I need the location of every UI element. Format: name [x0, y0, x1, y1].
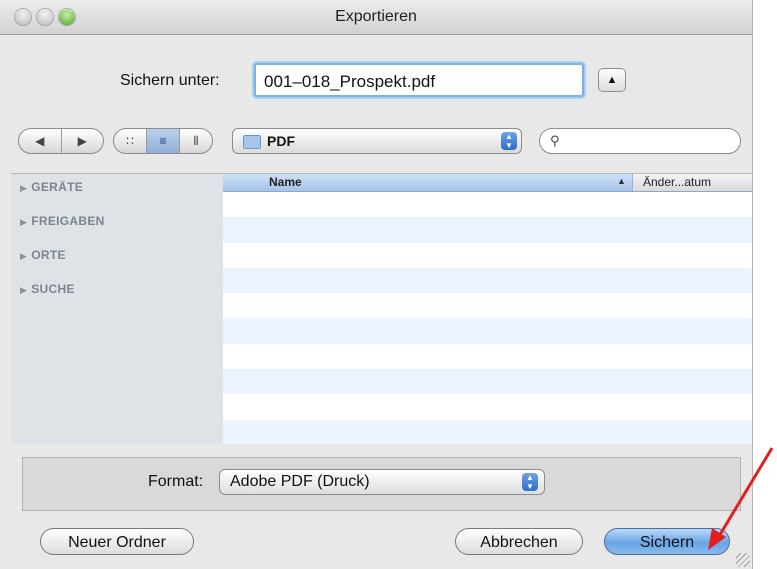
red-pointer-arrow-icon — [708, 447, 774, 550]
